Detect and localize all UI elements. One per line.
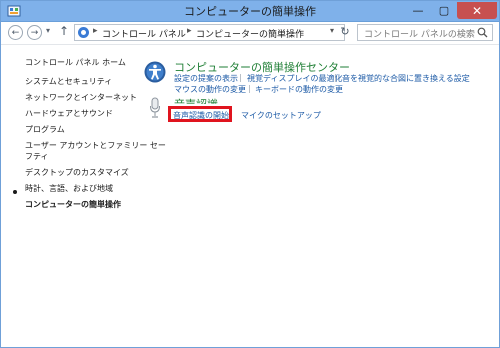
- sidebar-item-user-accounts[interactable]: ユーザー アカウントとファミリー セー: [25, 140, 166, 151]
- close-button[interactable]: ✕: [457, 2, 497, 19]
- sidebar-item-clock-language-region[interactable]: 時計、言語、および地域: [25, 183, 113, 194]
- search-placeholder: コントロール パネルの検索: [364, 30, 475, 40]
- sidebar-item-programs[interactable]: プログラム: [25, 124, 65, 135]
- microphone-icon: [150, 97, 160, 118]
- forward-button[interactable]: →: [27, 25, 42, 40]
- title-bar: コンピューターの簡単操作 — ▢ ✕: [1, 1, 499, 22]
- link-separator: |: [248, 84, 251, 93]
- breadcrumb-control-panel[interactable]: コントロール パネル: [102, 27, 186, 40]
- up-button[interactable]: ↑: [59, 24, 69, 38]
- maximize-button[interactable]: ▢: [431, 2, 457, 19]
- link-separator: |: [334, 73, 337, 82]
- speech-recognition-title[interactable]: 音声認識: [174, 96, 218, 104]
- address-bar[interactable]: ▸ コントロール パネル ▸ コンピューターの簡単操作: [74, 24, 345, 41]
- sidebar-item-desktop-customization[interactable]: デスクトップのカスタマイズ: [25, 167, 129, 178]
- sidebar-item-control-panel-home[interactable]: コントロール パネル ホーム: [25, 57, 126, 68]
- link-change-mouse[interactable]: マウスの動作の変更: [174, 84, 246, 95]
- sidebar-item-ease-of-access[interactable]: コンピューターの簡単操作: [25, 199, 121, 210]
- address-dropdown-icon[interactable]: ▾: [325, 22, 339, 39]
- recent-locations-dropdown[interactable]: ▾: [46, 26, 50, 35]
- breadcrumb-separator: ▸: [187, 26, 192, 36]
- sidebar-item-hardware-sound[interactable]: ハードウェアとサウンド: [25, 108, 113, 119]
- refresh-icon[interactable]: ↻: [338, 24, 352, 39]
- breadcrumb-ease-of-access[interactable]: コンピューターの簡単操作: [196, 27, 304, 40]
- link-start-speech-recognition[interactable]: 音声認識の開始: [173, 110, 229, 121]
- sidebar-item-user-accounts-cont[interactable]: フティ: [25, 151, 49, 162]
- control-panel-icon: [78, 27, 89, 38]
- ease-of-access-icon: [144, 61, 166, 83]
- search-icon[interactable]: [477, 27, 488, 38]
- search-input[interactable]: コントロール パネルの検索: [357, 24, 493, 41]
- link-optimize-visual-display[interactable]: 視覚ディスプレイの最適化: [247, 73, 342, 84]
- link-change-keyboard[interactable]: キーボードの動作の変更: [255, 84, 343, 95]
- link-replace-sounds-visual-cues[interactable]: 音を視覚的な合図に置き換える設定: [342, 73, 470, 84]
- link-set-up-microphone[interactable]: マイクのセットアップ: [241, 110, 321, 121]
- control-panel-window: コンピューターの簡単操作 — ▢ ✕ ← → ▾ ↑ ▸ コントロール パネル …: [0, 0, 500, 348]
- link-separator: |: [239, 73, 242, 82]
- sidebar-item-network-internet[interactable]: ネットワークとインターネット: [25, 92, 137, 103]
- minimize-button[interactable]: —: [405, 2, 431, 19]
- breadcrumb-separator: ▸: [93, 26, 98, 36]
- back-button[interactable]: ←: [8, 25, 23, 40]
- current-item-bullet: [13, 190, 17, 194]
- sidebar-item-system-security[interactable]: システムとセキュリティ: [25, 76, 112, 87]
- link-suggested-settings[interactable]: 設定の提案の表示: [174, 73, 238, 84]
